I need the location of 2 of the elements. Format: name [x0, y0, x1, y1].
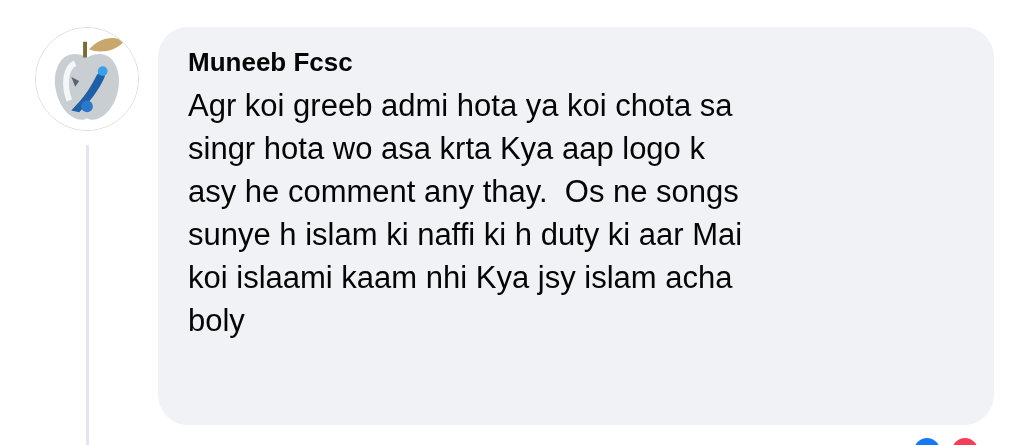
author-name[interactable]: Muneeb Fcsc: [188, 47, 964, 78]
comment-text: Agr koi greeb admi hota ya koi chota sa singr hota wo asa krta Kya aap logo k asy he comment any thay. Os ne songs sunye h islam ki naffi ki h duty ki aar Mai koi islaami kaam nhi Kya jsy islam acha boly: [188, 87, 744, 340]
